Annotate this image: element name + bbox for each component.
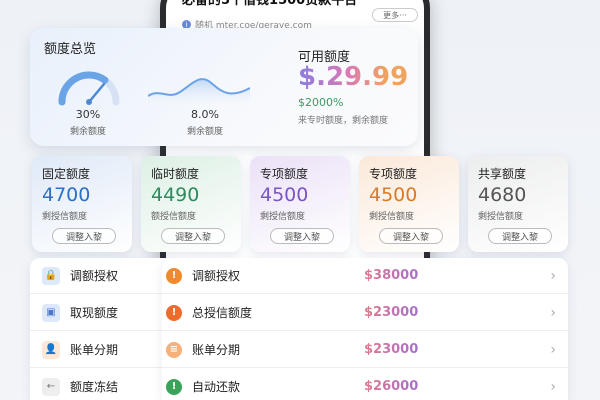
quota-title: 专项额度 — [260, 167, 309, 181]
list-item-label: 账单分期 — [192, 343, 241, 357]
quota-title: 固定额度 — [42, 167, 91, 181]
adjust-button[interactable]: 调整入黎 — [270, 228, 334, 244]
list-item-amount: $23000 — [364, 305, 419, 320]
list-item-amount: $23000 — [364, 342, 419, 357]
list-item-label: 额度冻结 — [70, 380, 119, 394]
chevron-right-icon[interactable]: › — [550, 268, 556, 284]
list-item[interactable]: 👤 账单分期 — [30, 332, 170, 368]
list-item-label: 取现额度 — [70, 306, 119, 320]
gauge-label: 剩余额度 — [69, 127, 106, 137]
more-button[interactable]: 更多··· — [372, 8, 418, 22]
alert-icon: ! — [166, 378, 182, 395]
lock-icon: 🔒 — [42, 266, 60, 285]
available-note: 来专时额度，剩余额度 — [298, 116, 389, 126]
chevron-right-icon[interactable]: › — [550, 342, 556, 358]
gauge-percent: 30% — [75, 108, 101, 121]
alert-icon: ! — [166, 304, 182, 321]
list-item-amount: $26000 — [364, 379, 419, 394]
quota-value: 4500 — [369, 184, 418, 206]
quota-title: 专项额度 — [369, 167, 418, 181]
quota-subtitle: 剩授信额度 — [478, 212, 524, 222]
gauge-chart — [58, 71, 120, 106]
list-item[interactable]: ← 额度冻结 — [30, 369, 170, 400]
quota-subtitle: 额授信额度 — [151, 212, 197, 222]
list-item[interactable]: ▣ 取现额度 — [30, 295, 170, 331]
square-icon: ▣ — [42, 303, 60, 322]
list-item[interactable]: ! 总授信额度 $23000 › — [162, 295, 568, 331]
list-item-label: 调额授权 — [192, 269, 241, 283]
adjust-button[interactable]: 调整入黎 — [379, 228, 443, 244]
quota-overview-card: 额度总览 30% 剩余额度 8.0% 剩余额度 可用额度 $.29.99 $20… — [30, 28, 418, 146]
adjust-button[interactable]: 调整入黎 — [161, 228, 225, 244]
quota-value: 4490 — [151, 184, 200, 206]
quota-value: 4680 — [478, 184, 527, 206]
chevron-right-icon[interactable]: › — [550, 379, 556, 395]
arrow-left-icon: ← — [42, 377, 60, 396]
quota-value: 4500 — [260, 184, 309, 206]
adjust-button[interactable]: 调整入黎 — [488, 228, 552, 244]
available-percent: $2000% — [298, 96, 344, 109]
chevron-right-icon[interactable]: › — [550, 305, 556, 321]
gauge-fill — [58, 71, 120, 106]
list-item[interactable]: ! 调额授权 $38000 › — [162, 258, 568, 294]
overview-title: 额度总览 — [44, 42, 97, 57]
wave-label: 剩余额度 — [186, 127, 223, 137]
quota-card[interactable]: 共享额度 4680 剩授信额度调整入黎 — [468, 156, 568, 252]
list-item-label: 账单分期 — [70, 343, 119, 357]
document-icon: ≡ — [166, 341, 182, 358]
quota-title: 共享额度 — [478, 167, 527, 181]
list-item[interactable]: ≡ 账单分期 $23000 › — [162, 332, 568, 368]
list-item-amount: $38000 — [364, 268, 419, 283]
quota-card[interactable]: 临时额度 4490 额授信额度调整入黎 — [141, 156, 241, 252]
left-menu-list: 🔒 调额授权 ▣ 取现额度 👤 账单分期 ← 额度冻结 — [30, 258, 170, 400]
gauge-needle — [87, 82, 106, 104]
quota-card[interactable]: 固定额度 4700 剩授信额度调整入黎 — [32, 156, 132, 252]
available-amount: $.29.99 — [298, 62, 409, 92]
list-item-label: 总授信额度 — [192, 306, 253, 320]
alert-icon: ! — [166, 267, 182, 284]
right-menu-list: ! 调额授权 $38000 ›! 总授信额度 $23000 › ≡ 账单分期 $23000 ›! 自动… — [162, 258, 568, 400]
quota-card[interactable]: 专项额度 4500 剩授信额度调整入黎 — [250, 156, 350, 252]
quota-title: 临时额度 — [151, 167, 200, 181]
quota-subtitle: 剩授信额度 — [260, 212, 306, 222]
quota-value: 4700 — [42, 184, 91, 206]
quota-subtitle: 剩授信额度 — [369, 212, 415, 222]
wave-percent: 8.0% — [191, 108, 219, 121]
list-item[interactable]: 🔒 调额授权 — [30, 258, 170, 294]
quota-card[interactable]: 专项额度 4500 剩授信额度调整入黎 — [359, 156, 459, 252]
list-item-label: 调额授权 — [70, 269, 119, 283]
adjust-button[interactable]: 调整入黎 — [52, 228, 116, 244]
person-icon: 👤 — [42, 340, 60, 359]
quota-subtitle: 剩授信额度 — [42, 212, 88, 222]
wave-chart — [148, 78, 250, 106]
list-item[interactable]: ! 自动还款 $26000 › — [162, 369, 568, 400]
list-item-label: 自动还款 — [192, 380, 241, 394]
